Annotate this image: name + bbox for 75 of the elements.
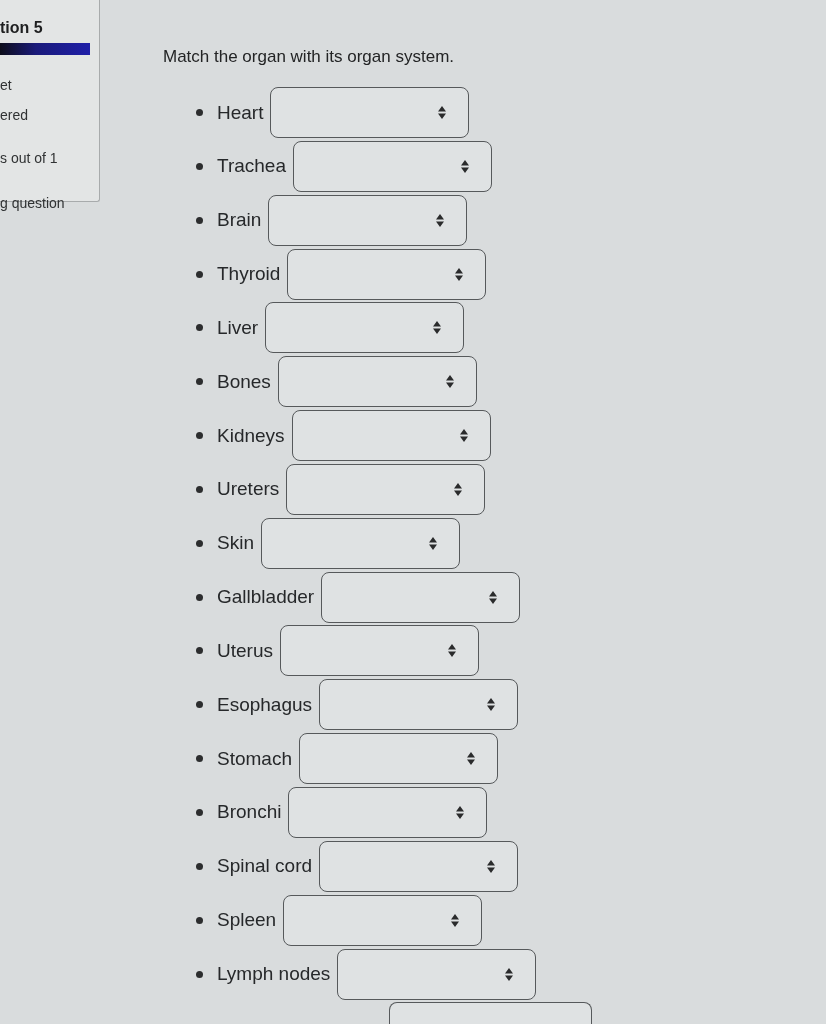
organ-label: Spinal cord: [217, 854, 313, 879]
bullet-icon: [196, 808, 203, 816]
organ-label: Bronchi: [217, 800, 282, 825]
select-field[interactable]: [265, 302, 465, 354]
caret-icon: [438, 106, 447, 119]
caret-icon: [436, 213, 445, 227]
organ-label: Thyroid: [217, 262, 281, 287]
question-title: tion 5: [0, 18, 43, 38]
bullet-icon: [196, 109, 203, 116]
select-field[interactable]: [288, 786, 488, 838]
bullet-icon: [196, 162, 203, 170]
caret-icon: [505, 967, 514, 981]
caret-icon: [433, 321, 442, 335]
organ-label: Brain: [217, 208, 262, 233]
organ-label: Gallbladder: [217, 585, 315, 610]
caret-icon: [487, 859, 496, 873]
bullet-icon: [196, 755, 203, 763]
caret-icon: [461, 159, 469, 173]
select-field[interactable]: [293, 140, 492, 192]
bullet-icon: [196, 378, 203, 386]
bullet-icon: [196, 324, 203, 332]
sidebar-text: et: [0, 76, 12, 94]
organ-label: Skin: [217, 531, 254, 556]
bullet-icon: [196, 485, 203, 493]
select-field[interactable]: [321, 571, 521, 623]
select-field[interactable]: [299, 733, 498, 785]
organ-label: Bones: [217, 369, 271, 394]
bullet-icon: [196, 216, 203, 224]
organ-label: Stomach: [217, 746, 292, 771]
caret-icon: [467, 752, 475, 766]
caret-icon: [428, 536, 437, 550]
select-field[interactable]: [319, 840, 519, 892]
select-field[interactable]: [260, 517, 460, 569]
select-field[interactable]: [319, 679, 519, 731]
bullet-icon: [196, 916, 203, 924]
bullet-icon: [196, 701, 203, 709]
select-field[interactable]: [270, 87, 470, 138]
sidebar-text: g question: [0, 194, 65, 212]
bullet-icon: [196, 970, 203, 978]
select-field[interactable]: [287, 248, 487, 300]
organ-label: Kidneys: [217, 423, 285, 448]
select-field[interactable]: [337, 948, 537, 1000]
bullet-icon: [196, 432, 203, 440]
sidebar-text: ered: [0, 106, 29, 124]
bullet-icon: [196, 270, 203, 278]
bullet-icon: [196, 647, 203, 655]
caret-icon: [454, 482, 463, 496]
bullet-icon: [196, 539, 203, 547]
caret-icon: [487, 698, 496, 712]
organ-label: Heart: [217, 100, 264, 125]
select-field[interactable]: [279, 625, 479, 677]
caret-icon: [451, 913, 460, 927]
organ-label: Spleen: [217, 908, 277, 933]
select-field[interactable]: [286, 463, 486, 515]
organ-label: Trachea: [217, 154, 286, 179]
organ-label: Uterus: [217, 638, 273, 663]
caret-icon: [459, 429, 468, 443]
caret-icon: [456, 805, 465, 819]
question-prompt: Match the organ with its organ system.: [163, 46, 455, 68]
caret-icon: [447, 644, 456, 658]
sidebar-text: s out of 1: [0, 149, 58, 167]
caret-icon: [489, 590, 498, 604]
select-field[interactable]: [291, 410, 491, 462]
select-field[interactable]: [283, 894, 483, 946]
organ-label: Esophagus: [217, 692, 313, 717]
organ-label: Lymph nodes: [217, 962, 331, 986]
select-field[interactable]: [389, 1002, 592, 1024]
bullet-icon: [196, 593, 203, 601]
select-field[interactable]: [277, 356, 477, 408]
bullet-icon: [196, 862, 203, 870]
organ-label: Ureters: [217, 477, 280, 502]
caret-icon: [445, 375, 454, 389]
caret-icon: [455, 267, 464, 281]
organ-label: Liver: [217, 315, 259, 340]
select-field[interactable]: [268, 194, 468, 246]
